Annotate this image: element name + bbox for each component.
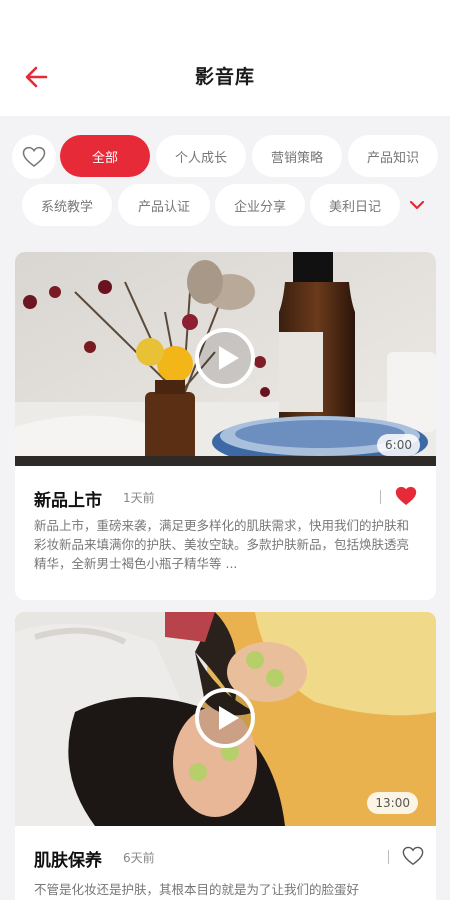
video-thumbnail[interactable]: 6:00: [15, 252, 436, 466]
chevron-down-icon: [409, 200, 425, 210]
like-button[interactable]: [402, 845, 424, 867]
chip-meili-diary[interactable]: 美利日记: [310, 184, 400, 226]
video-description: 不管是化妆还是护肤，其根本目的就是为了让我们的脸蛋好: [34, 882, 360, 897]
divider: [380, 490, 381, 504]
video-description: 新品上市，重磅来袭，满足更多样化的肌肤需求，快用我们的护肤和彩妆新品来填满你的护…: [34, 518, 410, 571]
like-button[interactable]: [395, 485, 417, 507]
video-time: 1天前: [123, 491, 155, 505]
chip-product-knowledge[interactable]: 产品知识: [348, 135, 438, 177]
duration-badge: 13:00: [367, 792, 418, 814]
play-icon: [219, 346, 239, 370]
chip-company-sharing[interactable]: 企业分享: [215, 184, 305, 226]
chip-personal-growth[interactable]: 个人成长: [156, 135, 246, 177]
video-card[interactable]: 13:00 肌肤保养 6天前 不管是化妆还是护肤，其根本目的就是为了让我们的脸蛋…: [15, 612, 436, 900]
card-header: 肌肤保养 6天前: [15, 826, 436, 884]
heart-outline-icon: [22, 146, 46, 167]
chip-marketing[interactable]: 营销策略: [252, 135, 342, 177]
duration-badge: 6:00: [377, 434, 420, 456]
app-bar: 影音库: [0, 0, 450, 116]
expand-filters-button[interactable]: [404, 192, 430, 218]
play-button[interactable]: [195, 328, 255, 388]
play-button[interactable]: [195, 688, 255, 748]
divider: [388, 850, 389, 864]
heart-outline-icon: [402, 846, 424, 866]
favorites-filter-button[interactable]: [12, 135, 56, 179]
video-time: 6天前: [123, 851, 155, 865]
heart-filled-icon: [395, 486, 417, 505]
chip-all[interactable]: 全部: [60, 135, 150, 177]
video-thumbnail[interactable]: 13:00: [15, 612, 436, 826]
play-icon: [219, 706, 239, 730]
video-title: 新品上市: [34, 491, 102, 511]
chip-system-teaching[interactable]: 系统教学: [22, 184, 112, 226]
page-title: 影音库: [194, 66, 255, 88]
video-card[interactable]: 6:00 新品上市 1天前 新品上市，重磅来袭，满足更多样化的肌肤需求，快用我们…: [15, 252, 436, 600]
video-title: 肌肤保养: [34, 851, 102, 871]
chip-product-certification[interactable]: 产品认证: [118, 184, 210, 226]
